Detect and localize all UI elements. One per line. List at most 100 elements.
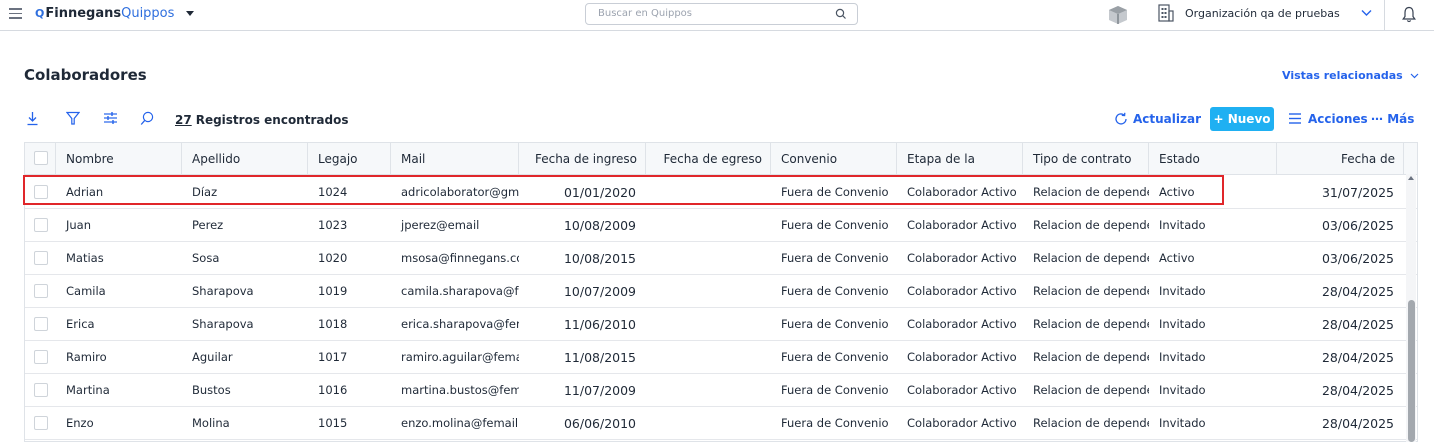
cell-mail: adricolaborator@gmail.com [401,185,519,199]
cell-apellido: Molina [192,416,230,430]
cell-apellido: Sosa [192,251,220,265]
table-row[interactable]: Martina Bustos 1016 martina.bustos@femail.c… [25,374,1417,407]
table-row[interactable]: Erica Sharapova 1018 erica.sharapova@femail… [25,308,1417,341]
cell-legajo: 1017 [318,350,348,364]
logo-brand: Finnegans [45,6,122,21]
cell-fecha: 31/07/2025 [1321,185,1394,200]
column-header-legajo[interactable]: Legajo [308,143,391,175]
cell-etapa: Colaborador Activo [907,416,1017,430]
app-switcher-caret-icon[interactable] [186,11,194,16]
related-views-dropdown[interactable]: Vistas relacionadas [1282,69,1419,82]
table-row[interactable]: Ramiro Aguilar 1017 ramiro.aguilar@femail.c… [25,341,1417,374]
organization-selector[interactable]: Organización qa de pruebas [1185,7,1340,20]
cell-contrato: Relacion de dependencia [1033,251,1149,265]
column-header-fecha[interactable]: Fecha de [1277,143,1404,175]
records-label: Registros encontrados [195,113,349,127]
cell-legajo: 1016 [318,383,348,397]
column-header-mail[interactable]: Mail [391,143,519,175]
column-header-fecha-ingreso[interactable]: Fecha de ingreso [519,143,646,175]
related-views-label: Vistas relacionadas [1282,69,1403,82]
logo-product: Quippos [121,6,175,21]
list-icon[interactable] [1289,113,1301,124]
download-icon[interactable] [26,111,39,126]
cell-legajo: 1015 [318,416,348,430]
actions-button[interactable]: Acciones [1308,112,1368,126]
cell-convenio: Fuera de Convenio [781,317,889,331]
row-checkbox[interactable] [34,350,48,364]
scroll-up-arrow-icon[interactable] [1408,176,1414,180]
cell-egreso [646,275,771,308]
cell-convenio: Fuera de Convenio [781,383,889,397]
records-count: 27 Registros encontrados [175,113,348,127]
cell-mail: enzo.molina@femail.com [401,416,519,430]
table-row[interactable]: Adrian Díaz 1024 adricolaborator@gmail.com 0… [25,176,1417,209]
refresh-button[interactable]: Actualizar [1133,112,1201,126]
app-logo[interactable]: QFinnegansQuippos [35,6,174,21]
cell-ingreso: 10/08/2015 [563,251,636,266]
refresh-icon[interactable] [1114,112,1128,126]
column-header-apellido[interactable]: Apellido [182,143,308,175]
row-checkbox[interactable] [34,416,48,430]
cell-estado: Invitado [1159,317,1206,331]
cell-nombre: Martina [66,383,110,397]
logo-q-icon: Q [35,7,45,20]
new-button[interactable]: + Nuevo [1210,107,1274,131]
cell-ingreso: 06/06/2010 [563,416,636,431]
search-input[interactable]: Buscar en Quippos [585,3,858,25]
cell-legajo: 1018 [318,317,348,331]
table-row[interactable]: Camila Sharapova 1019 camila.sharapova@fema… [25,275,1417,308]
table-header: Nombre Apellido Legajo Mail Fecha de ing… [25,143,1417,175]
cell-estado: Invitado [1159,350,1206,364]
cube-icon[interactable] [1107,5,1129,25]
cell-mail: martina.bustos@femail.com [401,383,519,397]
filter-icon[interactable] [66,111,80,126]
row-checkbox[interactable] [34,383,48,397]
row-checkbox[interactable] [34,218,48,232]
cell-etapa: Colaborador Activo [907,383,1017,397]
page-title: Colaboradores [24,66,147,84]
cell-egreso [646,242,771,275]
cell-egreso [646,341,771,374]
cell-nombre: Juan [66,218,92,232]
scrollbar-thumb[interactable] [1408,300,1415,442]
row-checkbox[interactable] [34,284,48,298]
column-header-etapa[interactable]: Etapa de la [897,143,1023,175]
cell-fecha: 28/04/2025 [1321,317,1394,332]
ellipsis-icon: ⋯ [1371,112,1388,126]
cell-convenio: Fuera de Convenio [781,218,889,232]
cell-nombre: Matias [66,251,104,265]
search-icon[interactable] [835,8,847,20]
cell-etapa: Colaborador Activo [907,218,1017,232]
table-row[interactable]: Matias Sosa 1020 msosa@finnegans.com 10/08/2… [25,242,1417,275]
cell-legajo: 1023 [318,218,348,232]
cell-egreso [646,308,771,341]
records-number: 27 [175,113,192,127]
table-row[interactable]: Juan Perez 1023 jperez@email 10/08/2009 Fuera… [25,209,1417,242]
column-header-nombre[interactable]: Nombre [56,143,182,175]
cell-mail: ramiro.aguilar@femail.com [401,350,519,364]
column-header-fecha-egreso[interactable]: Fecha de egreso [646,143,771,175]
menu-icon[interactable] [9,8,22,20]
column-header-convenio[interactable]: Convenio [771,143,897,175]
column-header-estado[interactable]: Estado [1149,143,1277,175]
sliders-icon[interactable] [103,111,118,125]
chevron-down-icon[interactable] [1361,9,1372,17]
row-checkbox[interactable] [34,185,48,199]
cell-legajo: 1020 [318,251,348,265]
search-icon[interactable] [140,111,154,126]
cell-etapa: Colaborador Activo [907,251,1017,265]
more-button[interactable]: ⋯ Más [1371,112,1414,126]
row-checkbox[interactable] [34,251,48,265]
cell-egreso [646,209,771,242]
cell-nombre: Erica [66,317,95,331]
column-header-tipo-contrato[interactable]: Tipo de contrato [1023,143,1149,175]
row-checkbox[interactable] [34,317,48,331]
cell-nombre: Ramiro [66,350,107,364]
divider [1384,0,1385,31]
table-row[interactable]: Enzo Molina 1015 enzo.molina@femail.com 06/0… [25,407,1417,440]
select-all-checkbox[interactable] [34,151,48,165]
cell-apellido: Aguilar [192,350,233,364]
cell-etapa: Colaborador Activo [907,185,1017,199]
cell-etapa: Colaborador Activo [907,284,1017,298]
bell-icon[interactable] [1402,6,1416,23]
